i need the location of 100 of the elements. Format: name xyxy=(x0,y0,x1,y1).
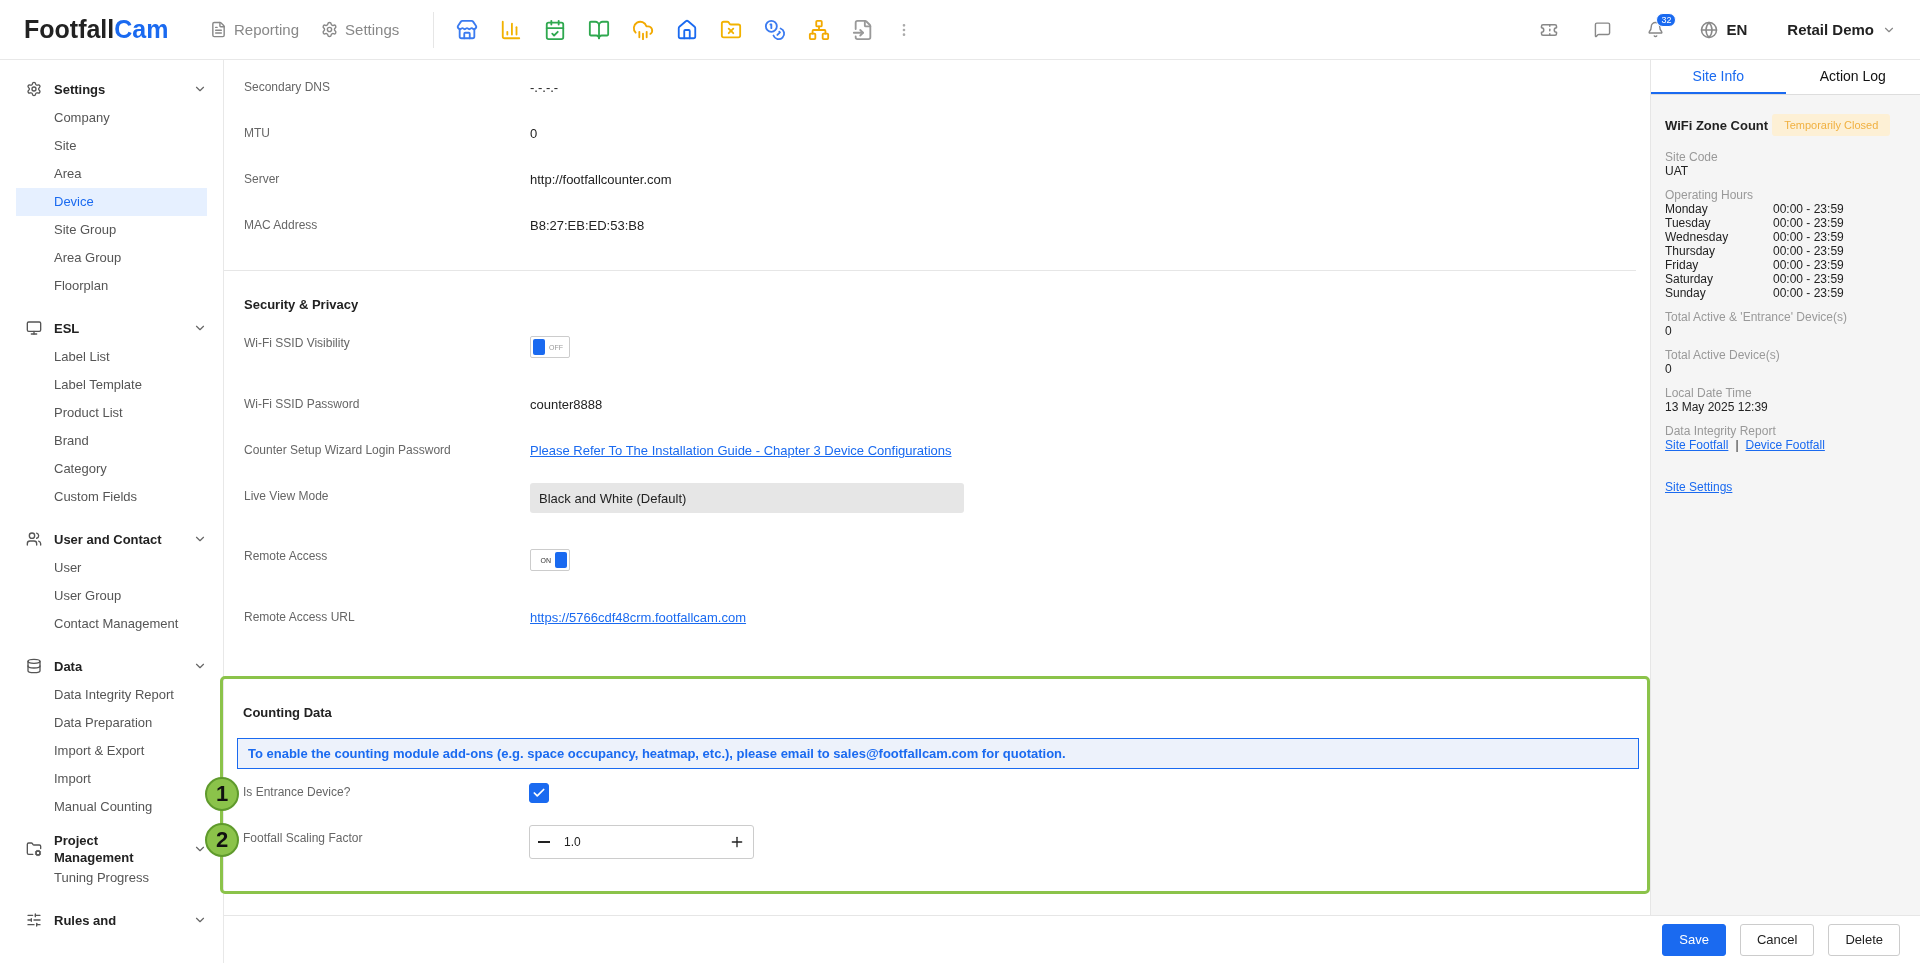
group-title: Settings xyxy=(54,80,107,98)
sidebar-item[interactable]: Device xyxy=(16,188,207,216)
settings-icon xyxy=(321,21,339,38)
sidebar-group[interactable]: Project Management xyxy=(16,834,207,864)
bell-icon[interactable] xyxy=(1647,21,1665,38)
link[interactable]: Site Footfall xyxy=(1665,438,1729,452)
check-icon xyxy=(532,786,546,800)
field-label: Live View Mode xyxy=(244,488,330,505)
field-label: MAC Address xyxy=(244,217,319,234)
number-stepper[interactable]: 1.0 xyxy=(529,825,754,859)
nav-link[interactable]: Reporting xyxy=(210,21,300,38)
site-name: WiFi Zone Count xyxy=(1665,117,1769,133)
hours-value: 00:00 - 23:59 xyxy=(1773,258,1845,272)
users-icon xyxy=(26,531,42,547)
sidebar-item[interactable]: Label List xyxy=(16,343,207,371)
select-field[interactable]: Black and White (Default) xyxy=(530,483,964,513)
sidebar-item[interactable]: Label Template xyxy=(16,371,207,399)
hours-value: 00:00 - 23:59 xyxy=(1773,272,1845,286)
notification-badge: 32 xyxy=(1656,13,1677,27)
sidebar-item[interactable]: Product List xyxy=(16,399,207,427)
sidebar-item[interactable]: Area xyxy=(16,160,207,188)
sidebar-group[interactable]: Data xyxy=(16,651,207,681)
logo[interactable]: FootfallCam xyxy=(24,15,210,44)
group-title: Data xyxy=(54,657,84,675)
day-label: Tuesday xyxy=(1665,216,1712,230)
house-icon[interactable] xyxy=(676,18,699,41)
cloud-rain-icon[interactable] xyxy=(632,18,655,41)
link[interactable]: Device Footfall xyxy=(1745,438,1825,452)
info-label: Local Date Time xyxy=(1665,386,1753,400)
sidebar-group[interactable]: User and Contact xyxy=(16,524,207,554)
sidebar-item[interactable]: User Group xyxy=(16,582,207,610)
secondary-button[interactable]: Cancel xyxy=(1739,923,1815,956)
sidebar-item[interactable]: Tuning Progress xyxy=(16,864,207,892)
field-label: Server xyxy=(244,171,281,188)
group-title: Project Management xyxy=(54,832,135,866)
hours-value: 00:00 - 23:59 xyxy=(1773,230,1845,244)
sidebar-item[interactable]: Import xyxy=(16,765,207,793)
bar-chart-icon[interactable] xyxy=(500,18,523,41)
link[interactable]: Site Settings xyxy=(1665,480,1733,494)
info-label: Total Active Device(s) xyxy=(1665,348,1781,362)
status-badge: Temporarily Closed xyxy=(1772,114,1891,136)
account-menu[interactable]: Retail Demo xyxy=(1787,21,1874,38)
globe-icon[interactable] xyxy=(1700,20,1719,39)
callout-marker: 1 xyxy=(205,777,239,811)
field-value: counter8888 xyxy=(530,396,603,412)
sidebar-group[interactable]: ESL xyxy=(16,313,207,343)
hours-value: 00:00 - 23:59 xyxy=(1773,244,1845,258)
chat-icon[interactable] xyxy=(1594,21,1612,38)
language-selector[interactable]: EN xyxy=(1726,21,1748,38)
field-label: Remote Access xyxy=(244,548,329,565)
field-label: Wi-Fi SSID Visibility xyxy=(244,335,351,352)
sidebar-item[interactable]: Data Integrity Report xyxy=(16,681,207,709)
network-icon[interactable] xyxy=(808,18,831,41)
field-label: Secondary DNS xyxy=(244,79,332,96)
group-title: ESL xyxy=(54,319,81,337)
primary-button[interactable]: Save xyxy=(1662,923,1726,956)
day-label: Saturday xyxy=(1665,272,1715,286)
nav-link[interactable]: Settings xyxy=(321,21,400,38)
hours-value: 00:00 - 23:59 xyxy=(1773,216,1845,230)
link[interactable]: Please Refer To The Installation Guide - Chapter 3 Device Configurations xyxy=(530,437,952,458)
sidebar-item[interactable]: Data Preparation xyxy=(16,709,207,737)
calendar-icon[interactable] xyxy=(544,18,567,41)
info-value: 0 xyxy=(1665,324,1673,338)
link[interactable]: https://5766cdf48crm.footfallcam.com xyxy=(530,604,747,625)
field-label: Footfall Scaling Factor xyxy=(243,830,364,847)
store-icon[interactable] xyxy=(456,18,479,41)
book-icon[interactable] xyxy=(588,18,611,41)
sidebar-item[interactable]: Custom Fields xyxy=(16,483,207,511)
group-title: User and Contact xyxy=(54,530,163,548)
day-label: Sunday xyxy=(1665,286,1707,300)
sidebar-item[interactable]: Site Group xyxy=(16,216,207,244)
sidebar-item[interactable]: Category xyxy=(16,455,207,483)
sidebar-item[interactable]: Brand xyxy=(16,427,207,455)
field-value: http://footfallcounter.com xyxy=(530,171,672,187)
field-value: B8:27:EB:ED:53:B8 xyxy=(530,217,645,233)
sidebar-item[interactable]: Manual Counting xyxy=(16,793,207,821)
tab[interactable]: Site Info xyxy=(1651,60,1786,94)
day-label: Wednesday xyxy=(1665,230,1730,244)
info-label: Total Active & 'Entrance' Device(s) xyxy=(1665,310,1848,324)
plus-button[interactable] xyxy=(729,834,745,850)
folder-icon[interactable] xyxy=(720,18,743,41)
monitor-icon xyxy=(26,320,42,336)
info-value: 0 xyxy=(1665,362,1673,376)
coins-icon[interactable] xyxy=(764,18,787,41)
info-label: Operating Hours xyxy=(1665,188,1755,202)
sidebar-item[interactable]: User xyxy=(16,554,207,582)
sidebar-item[interactable]: Contact Management xyxy=(16,610,207,638)
checkbox[interactable] xyxy=(529,783,549,803)
sidebar-item[interactable]: Area Group xyxy=(16,244,207,272)
sidebar-item[interactable]: Site xyxy=(16,132,207,160)
sidebar-item[interactable]: Floorplan xyxy=(16,272,207,300)
tab[interactable]: Action Log xyxy=(1785,60,1920,94)
sidebar-group[interactable]: Rules and xyxy=(16,905,207,935)
day-label: Monday xyxy=(1665,202,1709,216)
database-icon xyxy=(26,658,42,674)
secondary-button[interactable]: Delete xyxy=(1828,923,1900,956)
sidebar-item[interactable]: Company xyxy=(16,104,207,132)
gear-icon xyxy=(26,81,42,97)
sidebar-group[interactable]: Settings xyxy=(16,74,207,104)
sidebar-item[interactable]: Import & Export xyxy=(16,737,207,765)
